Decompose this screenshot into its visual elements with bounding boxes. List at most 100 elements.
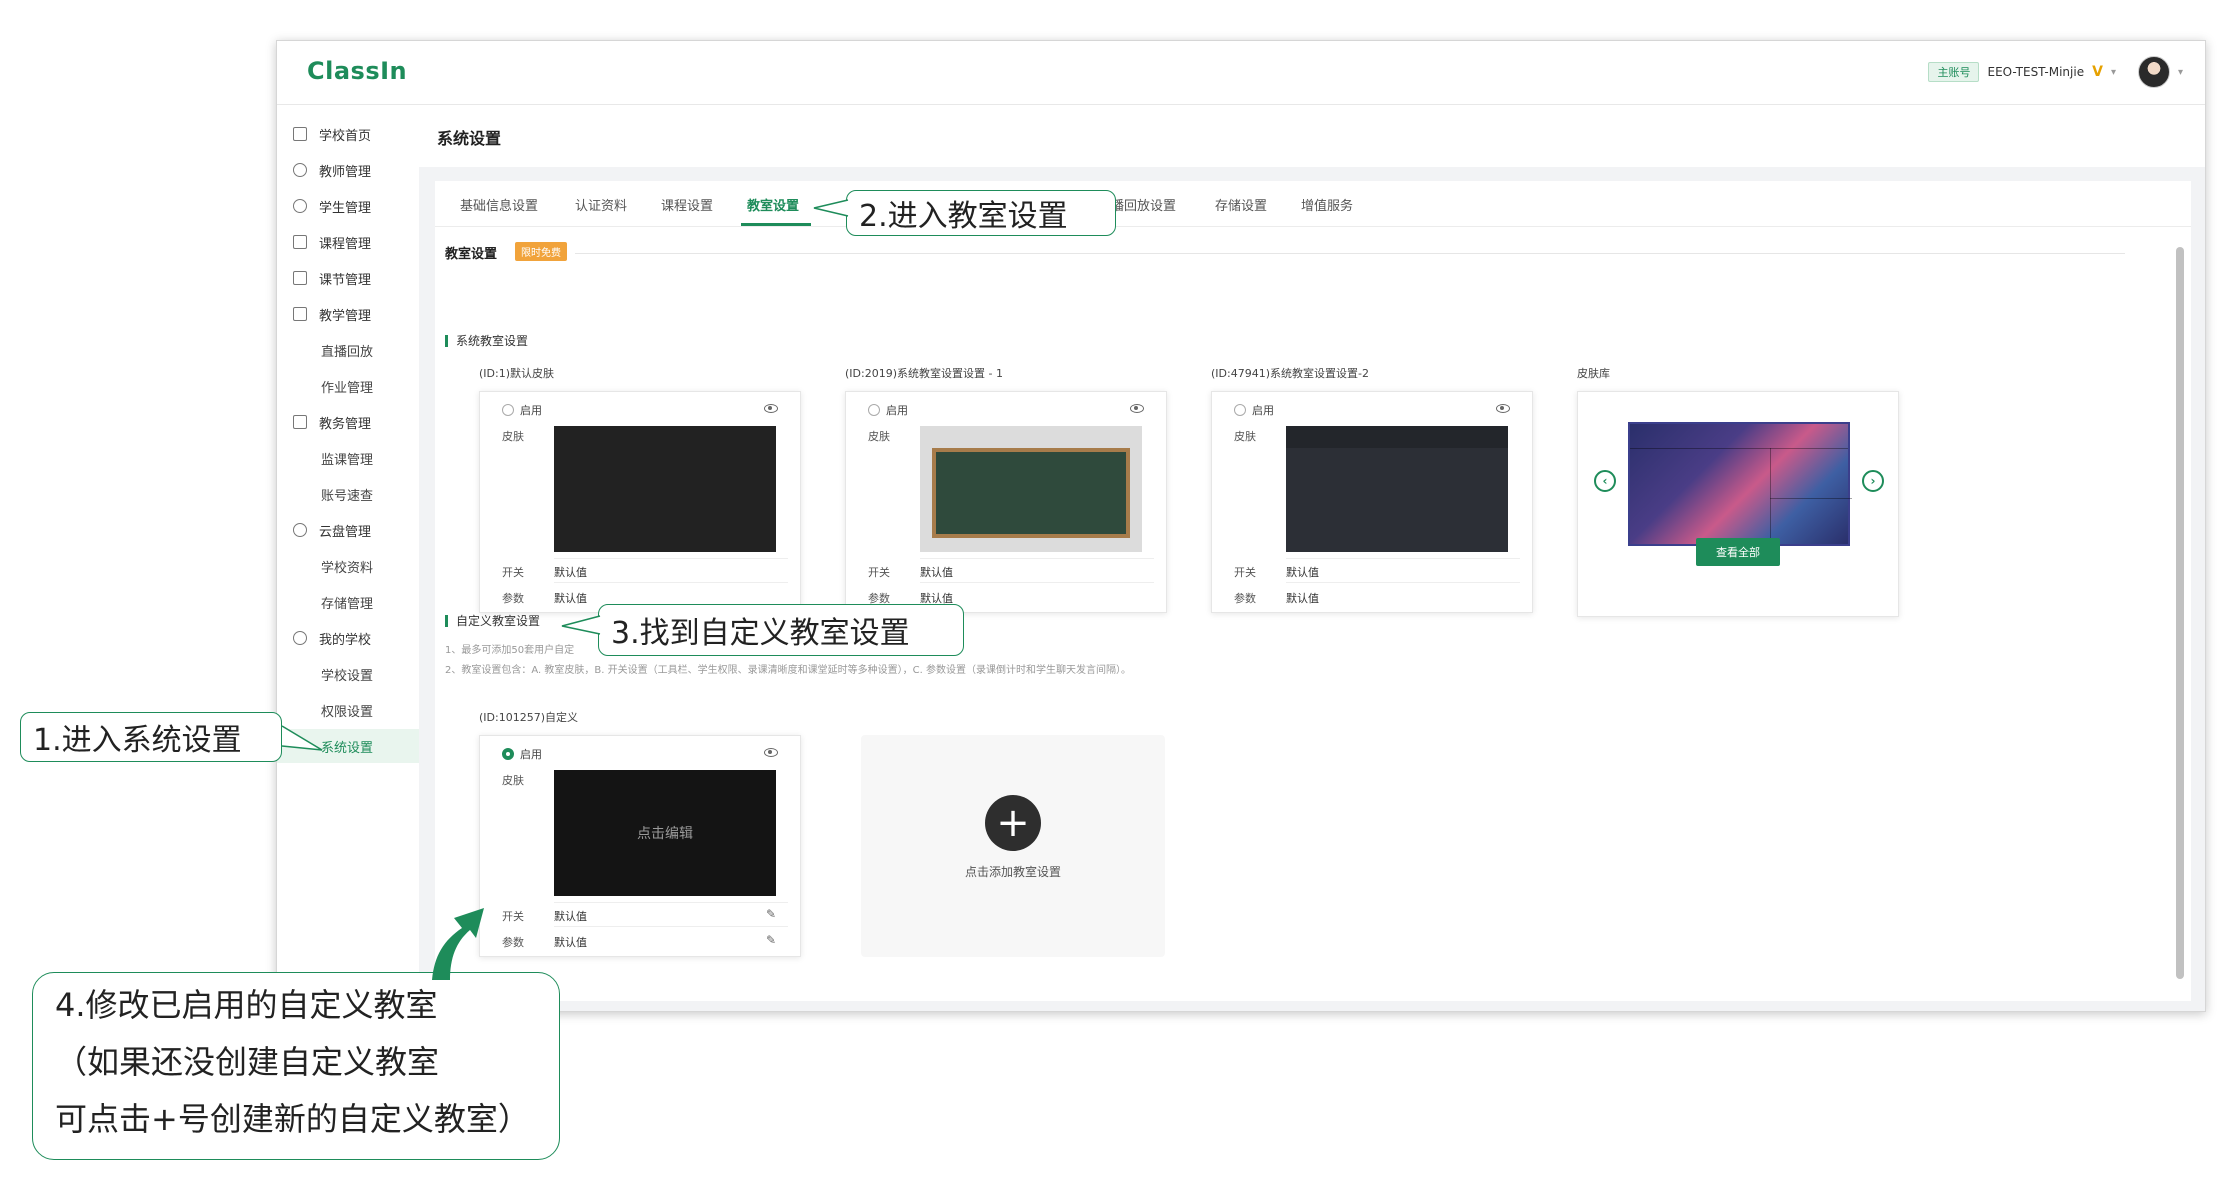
sidebar-item-live-replay[interactable]: 直播回放 [277,333,419,367]
callout-text: 3.找到自定义教室设置 [611,616,910,651]
tab-course-settings[interactable]: 课程设置 [661,195,713,214]
eye-icon[interactable] [764,748,778,757]
callout-text: 2.进入教室设置 [859,199,1068,234]
sidebar-item-label: 教师管理 [319,164,372,180]
enable-radio[interactable]: 启用 [868,402,908,418]
chalkboard-image [932,448,1130,538]
add-classroom-card[interactable]: + 点击添加教室设置 [861,735,1165,957]
switch-label: 开关 [502,910,524,923]
switch-label: 开关 [1234,566,1256,579]
param-label: 参数 [1234,592,1256,605]
sidebar-item-school-settings[interactable]: 学校设置 [277,657,419,691]
view-all-button[interactable]: 查看全部 [1696,538,1780,566]
callout-pointer [813,199,849,217]
radio-checked-icon[interactable] [502,748,514,760]
active-tab-indicator [741,223,811,226]
enable-label: 启用 [1252,404,1274,417]
system-card: 启用 皮肤 开关 默认值 参数 默认值 [479,391,801,613]
custom-classroom-title: 自定义教室设置 [445,615,540,627]
enable-label: 启用 [520,748,542,761]
sidebar-item-monitor[interactable]: 监课管理 [277,441,419,475]
param-value: 默认值 [554,936,587,949]
skin-label: 皮肤 [1234,430,1256,443]
settings-panel: 基础信息设置 认证资料 课程设置 教室设置 播回放设置 存储设置 增值服务 教室… [435,181,2191,1001]
enable-radio[interactable]: 启用 [1234,402,1274,418]
sidebar-item-label: 学生管理 [319,200,372,216]
skin-preview [1286,426,1508,552]
section-title: 教室设置 [445,247,498,262]
sidebar-item-teachers[interactable]: 教师管理 [277,153,419,187]
eye-icon[interactable] [1496,404,1510,413]
skin-preview [920,426,1142,552]
callout-step-3: 3.找到自定义教室设置 [598,604,964,656]
radio-icon[interactable] [868,404,880,416]
sidebar-item-students[interactable]: 学生管理 [277,189,419,223]
param-label: 参数 [502,936,524,949]
edit-pen-icon[interactable]: ✎ [766,907,776,921]
chevron-right-icon[interactable]: › [1862,470,1884,492]
card-title: (ID:101257)自定义 [479,711,578,724]
param-label: 参数 [502,592,524,605]
tab-storage-settings[interactable]: 存储设置 [1215,195,1267,214]
divider [554,902,788,903]
divider [554,582,788,583]
preview-grid-line [1630,448,1848,449]
edit-skin-button[interactable]: 点击编辑 [554,770,776,896]
plus-icon[interactable]: + [985,795,1041,851]
eye-icon[interactable] [1130,404,1144,413]
sidebar-item-school-files[interactable]: 学校资料 [277,549,419,583]
sidebar-item-my-school[interactable]: 我的学校 [277,621,419,655]
sidebar-item-homework[interactable]: 作业管理 [277,369,419,403]
tab-bar: 基础信息设置 认证资料 课程设置 教室设置 播回放设置 存储设置 增值服务 [435,181,2191,227]
sidebar-item-academic[interactable]: 教务管理 [277,405,419,439]
radio-icon[interactable] [1234,404,1246,416]
sidebar-item-label: 存储管理 [321,596,374,612]
tab-classroom-settings[interactable]: 教室设置 [747,195,799,214]
enable-radio[interactable]: 启用 [502,746,542,762]
sidebar-item-lessons[interactable]: 课节管理 [277,261,419,295]
eye-icon[interactable] [764,404,778,413]
sidebar-item-courses[interactable]: 课程管理 [277,225,419,259]
lesson-icon [293,271,307,285]
sidebar-item-account-lookup[interactable]: 账号速查 [277,477,419,511]
skin-header [1286,426,1508,448]
limited-free-badge: 限时免费 [515,242,567,261]
sidebar-item-teaching[interactable]: 教学管理 [277,297,419,331]
skin-label: 皮肤 [502,430,524,443]
account-name[interactable]: EEO-TEST-Minjie [1987,65,2084,79]
sidebar-item-cloud[interactable]: 云盘管理 [277,513,419,547]
tab-basic-info[interactable]: 基础信息设置 [460,195,538,214]
switch-value: 默认值 [554,566,587,579]
chevron-down-icon[interactable]: ▾ [2111,67,2116,78]
callout-text: 1.进入系统设置 [33,723,242,758]
chevron-left-icon[interactable]: ‹ [1594,470,1616,492]
tab-certification[interactable]: 认证资料 [575,195,627,214]
sidebar-item-label: 教学管理 [319,308,372,324]
classin-logo[interactable]: ClassIn [307,57,407,85]
callout-pointer [281,725,323,751]
sidebar-item-label: 学校首页 [319,128,372,144]
sidebar-item-label: 系统设置 [321,740,374,756]
sidebar-item-storage[interactable]: 存储管理 [277,585,419,619]
radio-icon[interactable] [502,404,514,416]
avatar-chevron-icon[interactable]: ▾ [2178,67,2183,78]
sidebar-item-home[interactable]: 学校首页 [277,117,419,151]
skin-library-card: ‹ › 查看全部 [1577,391,1899,617]
edit-pen-icon[interactable]: ✎ [766,933,776,947]
scrollbar[interactable] [2176,247,2184,979]
section-divider [575,253,2125,254]
avatar[interactable] [2137,56,2170,88]
home-icon [293,127,307,141]
callout-line: 4.修改已启用的自定义教室 [55,986,438,1024]
tab-value-added[interactable]: 增值服务 [1301,195,1353,214]
user-icon [293,163,307,177]
tab-replay-settings[interactable]: 播回放设置 [1111,195,1176,214]
enable-radio[interactable]: 启用 [502,402,542,418]
school-icon [293,631,307,645]
switch-value: 默认值 [554,910,587,923]
sidebar: 学校首页 教师管理 学生管理 课程管理 课节管理 教学管理 直播回放 作业管理 … [277,105,419,1011]
admin-icon [293,415,307,429]
sidebar-item-label: 账号速查 [321,488,374,504]
param-value: 默认值 [1286,592,1319,605]
callout-step-1: 1.进入系统设置 [20,712,282,762]
